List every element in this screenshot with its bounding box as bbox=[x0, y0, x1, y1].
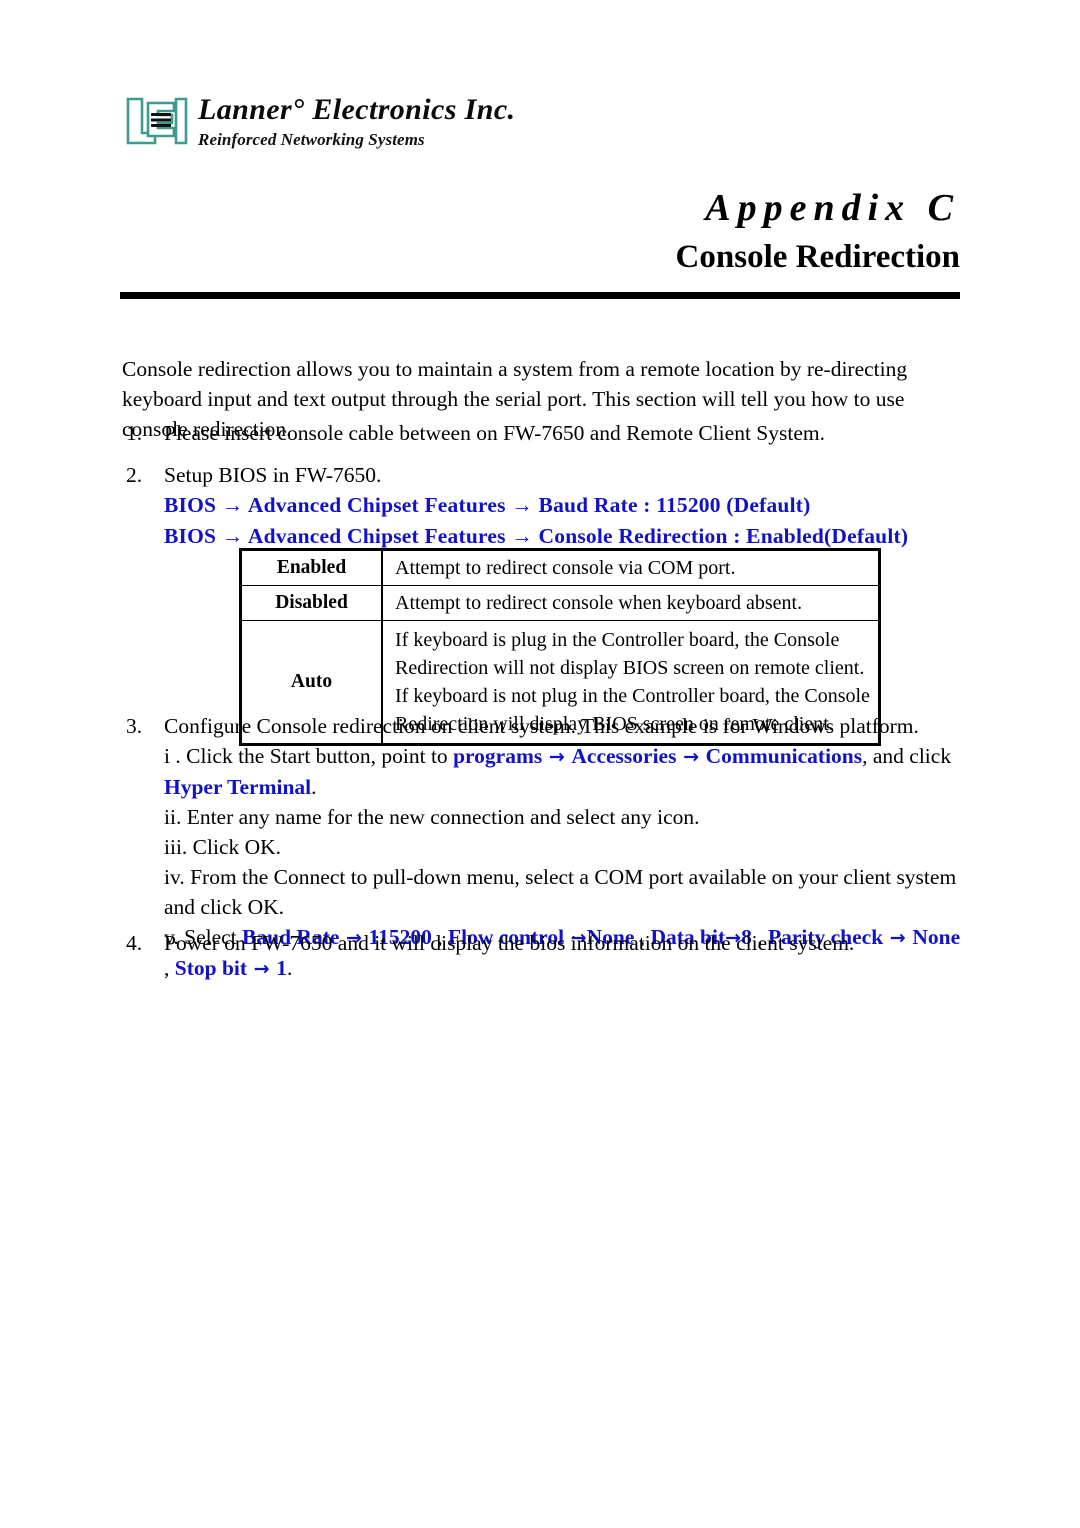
separator: , bbox=[164, 956, 175, 980]
logo-company-name: Lanner° Electronicѕ Inc. bbox=[198, 93, 516, 126]
step-text: Power on FW-7650 and it will display the… bbox=[164, 931, 855, 955]
document-page: Lanner° Electronicѕ Inc. Reinforced Netw… bbox=[0, 0, 1080, 1528]
substep-ii: ii. Enter any name for the new connectio… bbox=[164, 802, 967, 832]
logo-tagline: Reinforced Networking Systems bbox=[198, 130, 425, 149]
option-description-disabled: Attempt to redirect console when keyboar… bbox=[381, 585, 880, 621]
substep-iii: iii. Click OK. bbox=[164, 832, 967, 862]
bios-path-baud-rate: BIOS → Advanced Chipset Features → Baud … bbox=[164, 493, 811, 517]
step-number: 3. bbox=[126, 714, 143, 738]
page-title: Appendix C bbox=[705, 187, 960, 229]
substep-marker: ii. bbox=[164, 805, 182, 829]
option-name-enabled: Enabled bbox=[240, 549, 383, 586]
step-text: Setup BIOS in FW-7650. bbox=[164, 463, 382, 487]
substep-text: From the Connect to pull-down menu, sele… bbox=[164, 865, 957, 919]
option-description-enabled: Attempt to redirect console via COM port… bbox=[381, 549, 880, 586]
link-programs[interactable]: programs bbox=[453, 744, 542, 768]
substep-tail: . bbox=[286, 956, 293, 980]
substep-mid: , and click bbox=[862, 744, 952, 768]
header-divider bbox=[120, 292, 960, 299]
option-description-auto-line-1: If keyboard is plug in the Controller bo… bbox=[395, 629, 865, 679]
step-number: 2. bbox=[126, 463, 143, 487]
step-number: 1. bbox=[126, 421, 143, 445]
substep-text: Click OK. bbox=[192, 835, 282, 859]
arrow-icon: → bbox=[247, 958, 277, 980]
page-subtitle: Console Redirection bbox=[675, 239, 960, 275]
table-row: Enabled Attempt to redirect console via … bbox=[240, 549, 880, 586]
link-hyper-terminal[interactable]: Hyper Terminal bbox=[164, 775, 311, 799]
substep-marker: iii. bbox=[164, 835, 188, 859]
setting-value-stop-bit[interactable]: 1 bbox=[276, 956, 287, 980]
substep-marker: i . bbox=[164, 744, 181, 768]
substep-tail: . bbox=[311, 775, 317, 799]
table-row: Disabled Attempt to redirect console whe… bbox=[240, 585, 880, 621]
option-name-disabled: Disabled bbox=[240, 585, 383, 621]
arrow-icon: → bbox=[676, 746, 706, 768]
list-item-step-2: 2. Setup BIOS in FW-7650. BIOS → Advance… bbox=[122, 460, 967, 552]
arrow-icon: → bbox=[542, 746, 572, 768]
company-logo: Lanner° Electronicѕ Inc. Reinforced Netw… bbox=[124, 93, 515, 165]
step-text: Configure Console redirection on client … bbox=[164, 714, 919, 738]
list-item-step-4: 4. Power on FW-7650 and it will display … bbox=[122, 928, 1009, 958]
substep-iv: iv. From the Connect to pull-down menu, … bbox=[164, 862, 967, 922]
logo-wordmark: Lanner° Electronicѕ Inc. Reinforced Netw… bbox=[198, 93, 516, 150]
setting-label-stop-bit[interactable]: Stop bit bbox=[175, 956, 247, 980]
link-accessories[interactable]: Accessories bbox=[571, 744, 676, 768]
step-number: 4. bbox=[126, 931, 143, 955]
substep-text: Enter any name for the new connection an… bbox=[186, 805, 700, 829]
substep-marker: iv. bbox=[164, 865, 185, 889]
substep-text: Click the Start button, point to bbox=[186, 744, 454, 768]
steps-list-top: 1. Please insert console cable between o… bbox=[122, 418, 967, 552]
substep-i: i . Click the Start button, point to pro… bbox=[164, 741, 967, 802]
step-text: Please insert console cable between on F… bbox=[164, 421, 825, 445]
link-communications[interactable]: Communications bbox=[706, 744, 862, 768]
list-item-step-1: 1. Please insert console cable between o… bbox=[122, 418, 967, 448]
lei-logo-icon bbox=[126, 97, 188, 145]
